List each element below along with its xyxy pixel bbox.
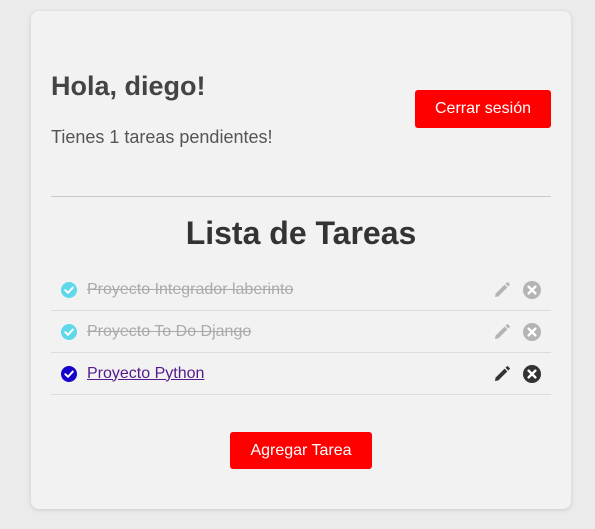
task-actions xyxy=(492,269,542,310)
pencil-icon[interactable] xyxy=(492,364,512,384)
task-item: Proyecto Integrador laberinto xyxy=(51,269,551,311)
task-text[interactable]: Proyecto To Do Django xyxy=(87,323,251,341)
pencil-icon[interactable] xyxy=(492,280,512,300)
x-circle-icon[interactable] xyxy=(522,364,542,384)
task-list: Proyecto Integrador laberinto Proyecto T… xyxy=(51,269,551,395)
greeting-heading: Hola, diego! xyxy=(51,71,206,101)
x-circle-icon[interactable] xyxy=(522,280,542,300)
task-text[interactable]: Proyecto Integrador laberinto xyxy=(87,281,293,299)
task-item: Proyecto Python xyxy=(51,353,551,395)
x-circle-icon[interactable] xyxy=(522,322,542,342)
logout-button[interactable]: Cerrar sesión xyxy=(415,90,551,128)
task-list-title: Lista de Tareas xyxy=(185,215,417,251)
task-actions xyxy=(492,353,542,394)
task-item: Proyecto To Do Django xyxy=(51,311,551,353)
check-circle-icon[interactable] xyxy=(61,323,77,340)
task-actions xyxy=(492,311,542,352)
main-card: Hola, diego! Tienes 1 tareas pendientes!… xyxy=(31,11,571,509)
check-circle-icon[interactable] xyxy=(61,365,77,382)
divider xyxy=(51,196,551,197)
pencil-icon[interactable] xyxy=(492,322,512,342)
task-link[interactable]: Proyecto Python xyxy=(87,365,204,383)
add-task-button[interactable]: Agregar Tarea xyxy=(230,432,372,469)
pending-tasks-message: Tienes 1 tareas pendientes! xyxy=(51,127,273,147)
check-circle-icon[interactable] xyxy=(61,281,77,298)
